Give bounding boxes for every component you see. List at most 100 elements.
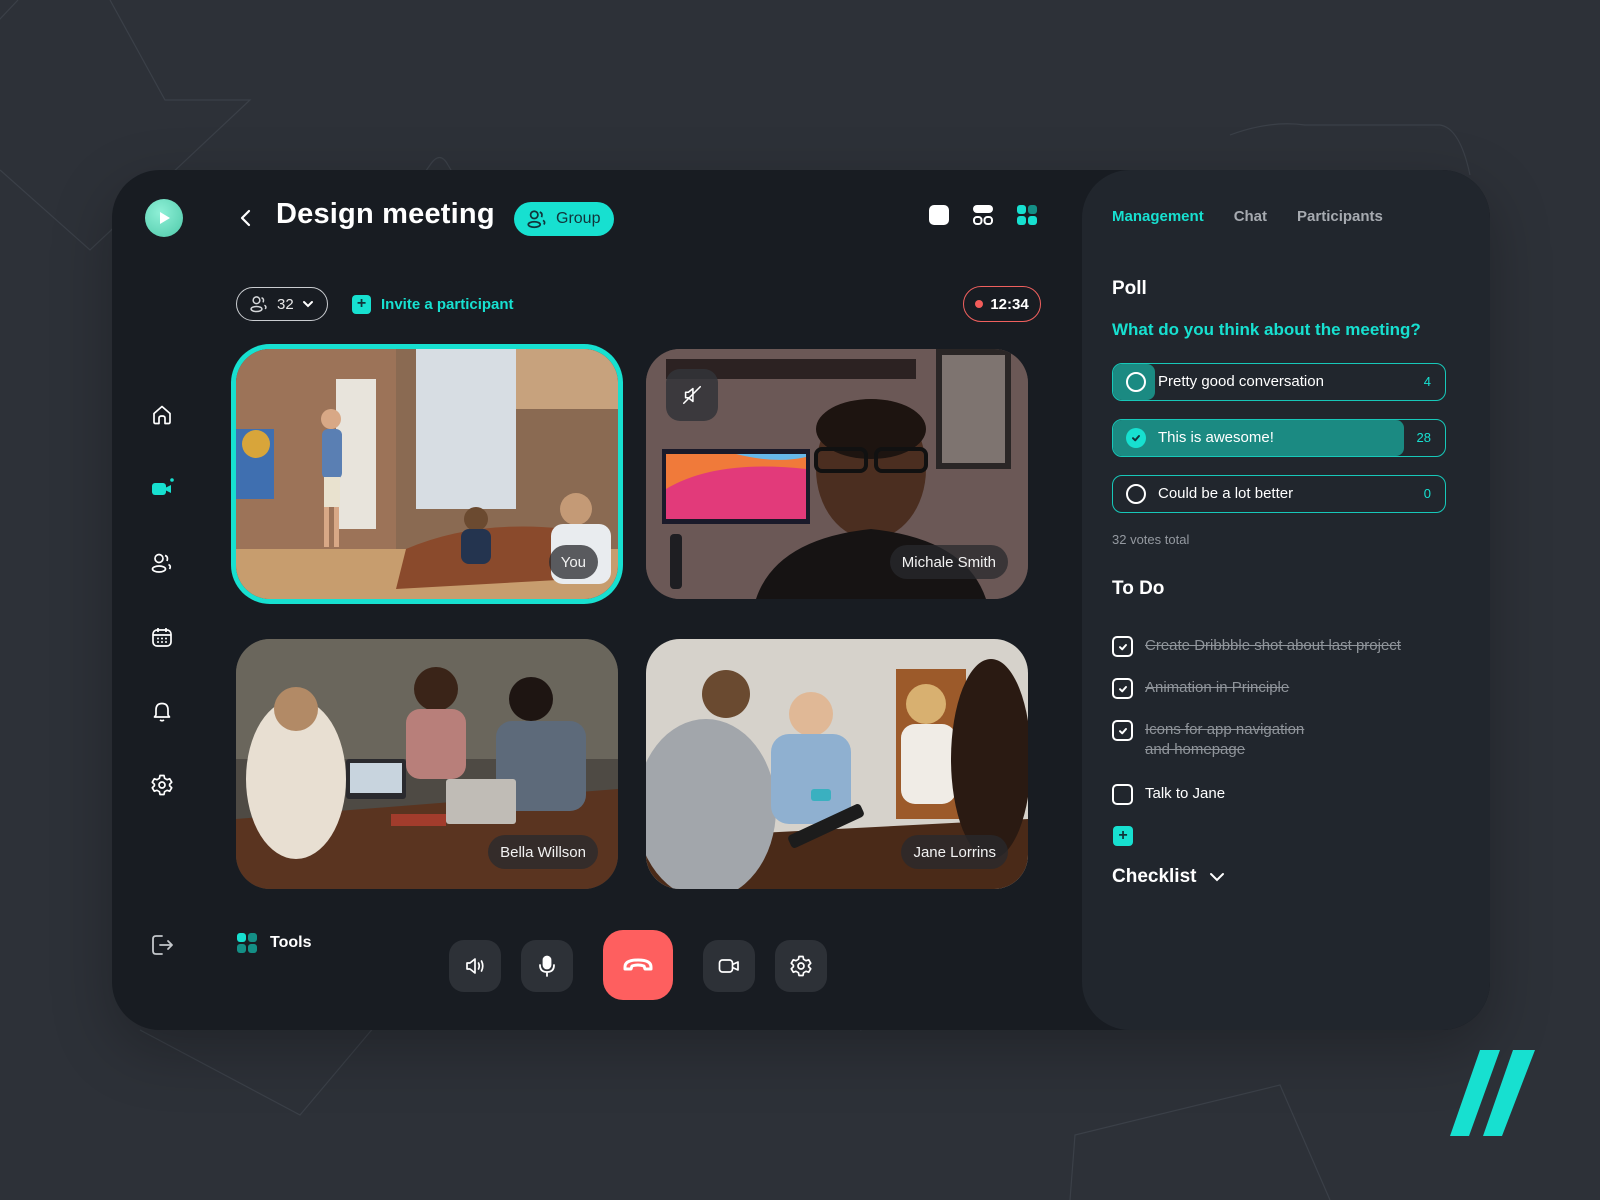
back-button[interactable] — [234, 206, 256, 230]
group-badge-label: Group — [556, 210, 601, 227]
participant-name-tag: Bella Willson — [488, 835, 598, 869]
sidebar-item-calendar[interactable] — [149, 624, 175, 650]
poll-option-label: This is awesome! — [1158, 429, 1274, 446]
users-icon — [151, 553, 172, 573]
participant-name-tag: Michale Smith — [889, 545, 1008, 579]
sidebar-item-settings[interactable] — [149, 772, 175, 798]
check-icon — [1132, 435, 1140, 442]
todo-title: To Do — [1112, 578, 1165, 599]
poll-option-votes: 28 — [1416, 430, 1431, 445]
chevron-down-icon — [302, 301, 313, 308]
calendar-icon — [152, 628, 172, 647]
layout-switcher — [928, 204, 1038, 226]
mute-indicator — [666, 369, 718, 421]
poll-title: Poll — [1112, 278, 1147, 299]
poll-option-votes: 4 — [1423, 374, 1431, 389]
users-icon — [527, 210, 546, 229]
participant-name-tag: You — [548, 545, 598, 579]
invite-participant-button[interactable]: + Invite a participant — [352, 288, 514, 320]
todo-text: Create Dribbble shot about last project — [1145, 637, 1401, 654]
checkbox-checked[interactable] — [1112, 636, 1133, 657]
todo-item: Create Dribbble shot about last project — [1112, 636, 1401, 657]
microphone-button[interactable] — [521, 940, 573, 992]
phone-hang-up-icon — [623, 958, 653, 971]
poll-option-votes: 0 — [1423, 486, 1431, 501]
participant-count-dropdown[interactable]: 32 — [236, 287, 328, 321]
sidebar-item-video[interactable] — [149, 476, 175, 502]
poll-option[interactable]: Could be a lot better 0 — [1112, 475, 1446, 513]
layout-grid-icon[interactable] — [1016, 204, 1038, 226]
app-logo[interactable] — [145, 199, 183, 237]
video-camera-icon — [718, 959, 739, 973]
checklist-label: Checklist — [1112, 866, 1197, 887]
logout-button[interactable] — [149, 932, 175, 958]
checklist-toggle[interactable]: Checklist — [1112, 866, 1226, 888]
sidebar-item-contacts[interactable] — [149, 550, 175, 576]
radio-icon — [1126, 484, 1146, 504]
checkbox-unchecked[interactable] — [1112, 784, 1133, 805]
video-tile-michale-smith[interactable]: Michale Smith — [646, 349, 1028, 599]
tools-button[interactable]: Tools — [236, 932, 311, 954]
poll-option-label: Pretty good conversation — [1158, 373, 1324, 390]
users-icon — [250, 296, 267, 313]
radio-checked-icon — [1126, 428, 1146, 448]
layout-single-icon[interactable] — [928, 204, 950, 226]
todo-item: Talk to Jane — [1112, 784, 1225, 805]
chevron-down-icon — [1210, 873, 1225, 882]
home-icon — [153, 405, 171, 425]
management-panel: Management Chat Participants Poll What d… — [1082, 170, 1490, 1030]
check-icon — [1118, 685, 1127, 692]
speaker-icon — [466, 958, 484, 974]
gear-icon — [151, 774, 173, 796]
video-tile-jane-lorrins[interactable]: Jane Lorrins — [646, 639, 1028, 889]
todo-text: Icons for app navigation and homepage — [1145, 721, 1305, 758]
group-badge[interactable]: Group — [514, 202, 615, 236]
invite-label: Invite a participant — [381, 295, 514, 313]
checkbox-checked[interactable] — [1112, 720, 1133, 741]
gear-icon — [790, 955, 812, 977]
microphone-icon — [539, 955, 555, 977]
tab-chat[interactable]: Chat — [1234, 208, 1267, 225]
play-icon — [160, 212, 170, 224]
page-title: Design meeting — [276, 198, 495, 230]
todo-text: Animation in Principle — [1145, 679, 1290, 696]
participant-name-tag: Jane Lorrins — [901, 835, 1008, 869]
todo-text: Talk to Jane — [1145, 785, 1226, 802]
tools-grid-icon — [237, 933, 257, 953]
bell-icon — [153, 702, 171, 722]
recording-time: 12:34 — [990, 295, 1029, 313]
panel-tabs: Management Chat Participants — [1112, 208, 1383, 225]
sidebar-item-notifications[interactable] — [149, 698, 175, 724]
poll-option[interactable]: This is awesome! 28 — [1112, 419, 1446, 457]
layout-split-icon[interactable] — [972, 204, 994, 226]
muted-speaker-icon — [682, 385, 702, 405]
video-tile-you[interactable]: You — [236, 349, 618, 599]
speaker-button[interactable] — [449, 940, 501, 992]
hang-up-button[interactable] — [603, 930, 673, 1000]
todo-item: Icons for app navigation and homepage — [1112, 720, 1332, 760]
video-tile-bella-willson[interactable]: Bella Willson — [236, 639, 618, 889]
recording-timer: 12:34 — [963, 286, 1041, 322]
call-settings-button[interactable] — [775, 940, 827, 992]
tab-participants[interactable]: Participants — [1297, 208, 1383, 225]
todo-item: Animation in Principle — [1112, 678, 1289, 699]
tab-management[interactable]: Management — [1112, 208, 1204, 225]
poll-total-votes: 32 votes total — [1112, 532, 1190, 547]
plus-icon: + — [352, 294, 371, 314]
recording-dot-icon — [975, 300, 984, 308]
camera-button[interactable] — [703, 940, 755, 992]
check-icon — [1118, 643, 1127, 650]
poll-question: What do you think about the meeting? — [1112, 320, 1421, 339]
poll-option[interactable]: Pretty good conversation 4 — [1112, 363, 1446, 401]
brand-slashes-logo — [1450, 1050, 1535, 1136]
add-todo-button[interactable]: + — [1113, 826, 1133, 846]
check-icon — [1118, 727, 1127, 734]
checkbox-checked[interactable] — [1112, 678, 1133, 699]
tools-label: Tools — [270, 934, 312, 951]
video-camera-icon — [152, 478, 174, 495]
meeting-window: Design meeting Group 32 + Invite a parti… — [112, 170, 1490, 1030]
radio-icon — [1126, 372, 1146, 392]
poll-option-label: Could be a lot better — [1158, 485, 1294, 502]
sidebar-item-home[interactable] — [149, 402, 175, 428]
participant-count: 32 — [277, 295, 294, 313]
